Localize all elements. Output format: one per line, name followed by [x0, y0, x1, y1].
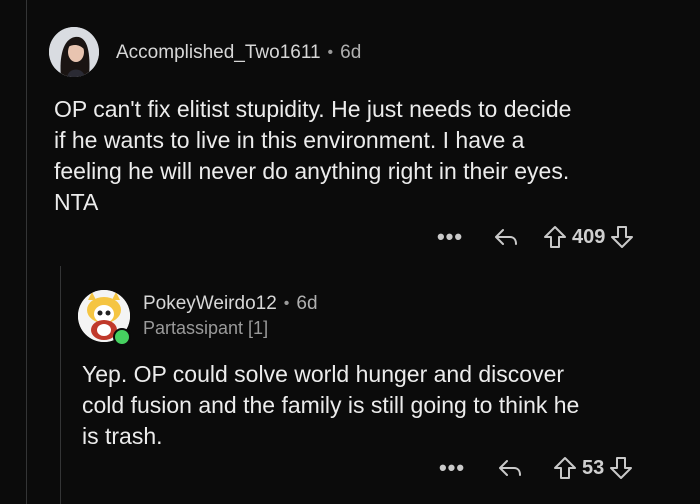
upvote-icon[interactable]: [542, 224, 568, 250]
avatar-icon: [49, 27, 99, 77]
comment-body: Yep. OP could solve world hunger and dis…: [82, 361, 580, 449]
separator: •: [283, 295, 290, 312]
comment-age: 6d: [340, 42, 362, 63]
separator: •: [327, 44, 334, 61]
more-options-icon[interactable]: •••: [430, 224, 470, 250]
comment-body: OP can't fix elitist stupidity. He just …: [54, 96, 572, 215]
vote-score: 409: [572, 225, 606, 248]
downvote-icon[interactable]: [609, 224, 635, 250]
user-flair: Partassipant [1]: [143, 318, 269, 338]
username[interactable]: PokeyWeirdo12: [143, 293, 277, 315]
reply-icon[interactable]: [496, 456, 524, 480]
username[interactable]: Accomplished_Two1611: [116, 42, 321, 64]
comment-meta: Accomplished_Two1611 • 6d: [116, 42, 361, 64]
online-status-icon: [113, 328, 131, 346]
more-options-icon[interactable]: •••: [432, 455, 472, 481]
comment-age: 6d: [296, 293, 318, 314]
vote-score: 53: [582, 456, 605, 479]
downvote-icon[interactable]: [608, 455, 634, 481]
user-avatar[interactable]: [49, 27, 99, 77]
comment-meta: PokeyWeirdo12 • 6d: [143, 293, 318, 315]
thread-line: [26, 0, 27, 504]
comment-actions: ••• 53: [432, 455, 634, 481]
upvote-icon[interactable]: [552, 455, 578, 481]
reply-thread-line: [60, 266, 61, 504]
reply-icon[interactable]: [492, 225, 520, 249]
comment-actions: ••• 409: [430, 224, 635, 250]
